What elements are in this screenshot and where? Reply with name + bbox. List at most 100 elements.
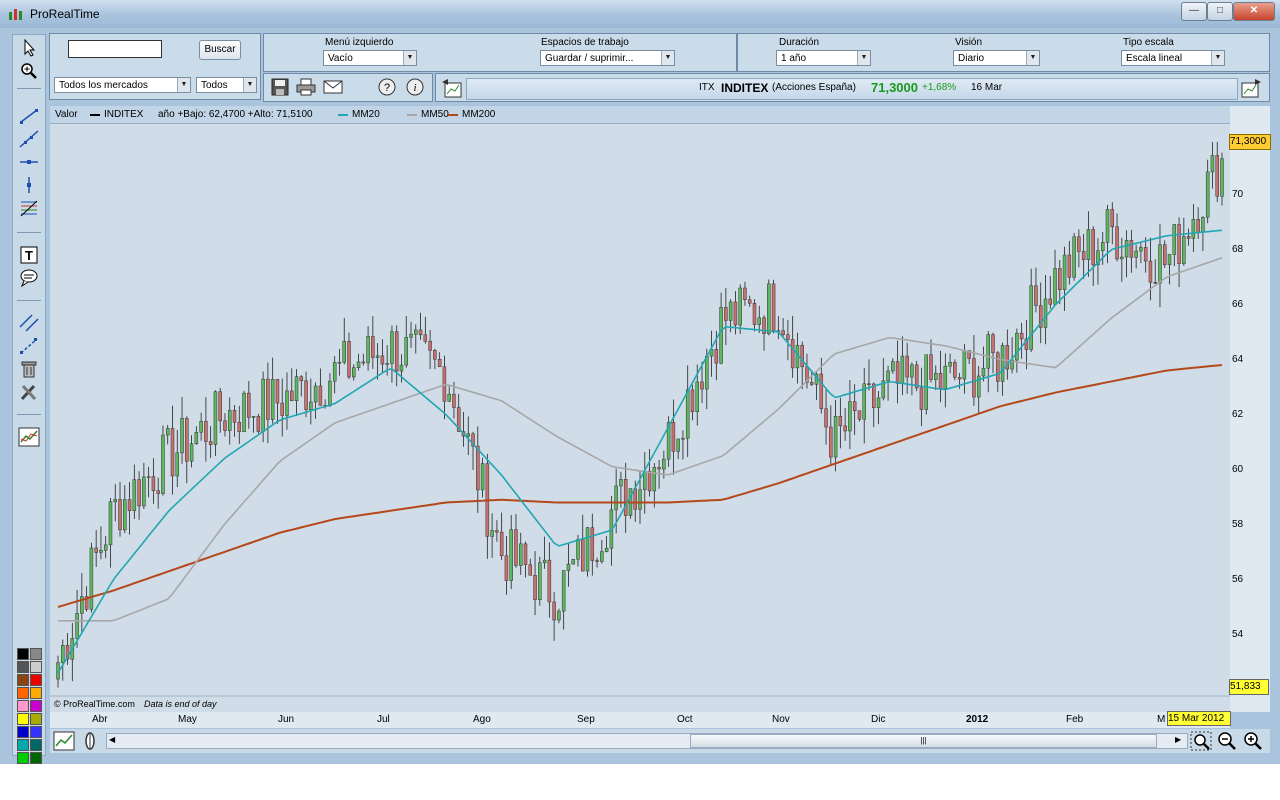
channel-icon[interactable] xyxy=(18,336,40,356)
search-button[interactable]: Buscar xyxy=(199,40,241,60)
candle xyxy=(218,391,222,422)
chart-type-icon[interactable] xyxy=(53,731,75,751)
color-swatch[interactable] xyxy=(17,726,29,738)
market-select[interactable]: Todos los mercados ▼ xyxy=(54,77,191,93)
time-tick-label: 2012 xyxy=(966,714,989,725)
parallel-lines-icon[interactable] xyxy=(18,313,40,333)
color-swatch[interactable] xyxy=(17,752,29,764)
fibonacci-icon[interactable] xyxy=(18,198,40,218)
save-icon[interactable] xyxy=(269,77,291,97)
candle xyxy=(929,354,933,380)
candle xyxy=(662,458,666,470)
legend-mm200: MM200 xyxy=(462,109,496,120)
close-button[interactable]: ✕ xyxy=(1233,2,1275,21)
candle xyxy=(137,479,141,507)
candle xyxy=(476,445,480,491)
zoom-tool-icon[interactable] xyxy=(18,61,40,81)
color-swatch[interactable] xyxy=(17,674,29,686)
horizontal-line-icon[interactable] xyxy=(18,152,40,172)
color-swatch[interactable] xyxy=(30,661,42,673)
mm20-line xyxy=(57,229,1223,674)
candle xyxy=(1148,260,1153,283)
indicator-chart-icon[interactable] xyxy=(18,427,40,447)
type-select[interactable]: Todos ▼ xyxy=(196,77,257,93)
candle xyxy=(705,355,709,390)
color-swatch[interactable] xyxy=(30,713,42,725)
comment-icon[interactable] xyxy=(18,268,40,288)
candle xyxy=(1129,240,1134,258)
info-icon[interactable]: i xyxy=(404,77,426,97)
color-swatch[interactable] xyxy=(30,739,42,751)
duration-select[interactable]: 1 año ▼ xyxy=(776,50,871,66)
candle xyxy=(1034,285,1038,306)
color-swatch[interactable] xyxy=(17,700,29,712)
zoom-area-icon[interactable] xyxy=(1190,731,1212,751)
candle xyxy=(738,287,742,326)
scroll-left-icon[interactable]: ◀ xyxy=(109,735,115,744)
legend-mm50: MM50 xyxy=(421,109,449,120)
maximize-button[interactable]: □ xyxy=(1207,2,1233,21)
candle xyxy=(595,560,599,562)
trendline-icon[interactable] xyxy=(18,106,40,126)
time-tick-label: Feb xyxy=(1066,714,1084,725)
candle xyxy=(676,438,680,452)
vertical-line-icon[interactable] xyxy=(18,175,40,195)
indicators-icon[interactable] xyxy=(80,731,100,751)
candle xyxy=(552,601,556,621)
back-chart-icon[interactable] xyxy=(441,78,463,98)
candle xyxy=(752,302,757,325)
scroll-right-icon[interactable]: ▶ xyxy=(1175,735,1181,744)
candle xyxy=(781,330,785,335)
ray-line-icon[interactable] xyxy=(18,129,40,149)
candle xyxy=(256,416,261,432)
trash-icon[interactable] xyxy=(18,359,40,379)
minimize-button[interactable]: — xyxy=(1181,2,1207,21)
color-swatch[interactable] xyxy=(17,713,29,725)
forward-chart-icon[interactable] xyxy=(1240,78,1262,98)
left-menu-select[interactable]: Vacío ▼ xyxy=(323,50,417,66)
candle xyxy=(724,307,728,321)
candle xyxy=(1062,254,1067,290)
candle xyxy=(385,363,389,365)
data-note: Data is end of day xyxy=(144,699,217,709)
candle xyxy=(876,397,881,408)
color-swatch[interactable] xyxy=(17,739,29,751)
candle xyxy=(266,378,270,420)
color-swatch[interactable] xyxy=(30,726,42,738)
instrument-price: 71,3000 xyxy=(871,80,918,95)
color-swatch[interactable] xyxy=(30,674,42,686)
candle xyxy=(647,470,652,492)
workspaces-select[interactable]: Guardar / suprimir... ▼ xyxy=(540,50,675,66)
price-chart[interactable] xyxy=(50,124,1230,712)
mail-icon[interactable] xyxy=(322,77,344,97)
scale-select[interactable]: Escala lineal ▼ xyxy=(1121,50,1225,66)
legend-mm50-swatch xyxy=(407,114,417,116)
view-select[interactable]: Diario ▼ xyxy=(953,50,1040,66)
color-swatch[interactable] xyxy=(30,700,42,712)
candle xyxy=(771,283,776,332)
text-tool-icon[interactable]: T xyxy=(18,245,40,265)
color-swatch[interactable] xyxy=(30,752,42,764)
zoom-out-icon[interactable] xyxy=(1216,731,1238,751)
color-swatch[interactable] xyxy=(17,661,29,673)
zoom-in-icon[interactable] xyxy=(1242,731,1264,751)
color-swatch[interactable] xyxy=(17,648,29,660)
scrollbar-thumb[interactable]: ||| xyxy=(690,734,1157,748)
candle xyxy=(313,385,318,403)
color-swatch[interactable] xyxy=(30,648,42,660)
chevron-down-icon: ▼ xyxy=(403,51,416,65)
candle xyxy=(1081,251,1086,261)
color-swatch[interactable] xyxy=(17,687,29,699)
search-input[interactable] xyxy=(68,40,162,58)
color-swatch[interactable] xyxy=(30,687,42,699)
chevron-down-icon: ▼ xyxy=(243,78,256,92)
tools-icon[interactable] xyxy=(18,382,40,402)
pointer-icon[interactable] xyxy=(18,38,40,58)
help-icon[interactable]: ? xyxy=(376,77,398,97)
candle xyxy=(528,564,533,576)
candle xyxy=(132,479,137,512)
candle xyxy=(1100,242,1105,252)
print-icon[interactable] xyxy=(295,77,317,97)
time-tick-label: Jul xyxy=(377,714,390,725)
candle xyxy=(452,393,456,408)
